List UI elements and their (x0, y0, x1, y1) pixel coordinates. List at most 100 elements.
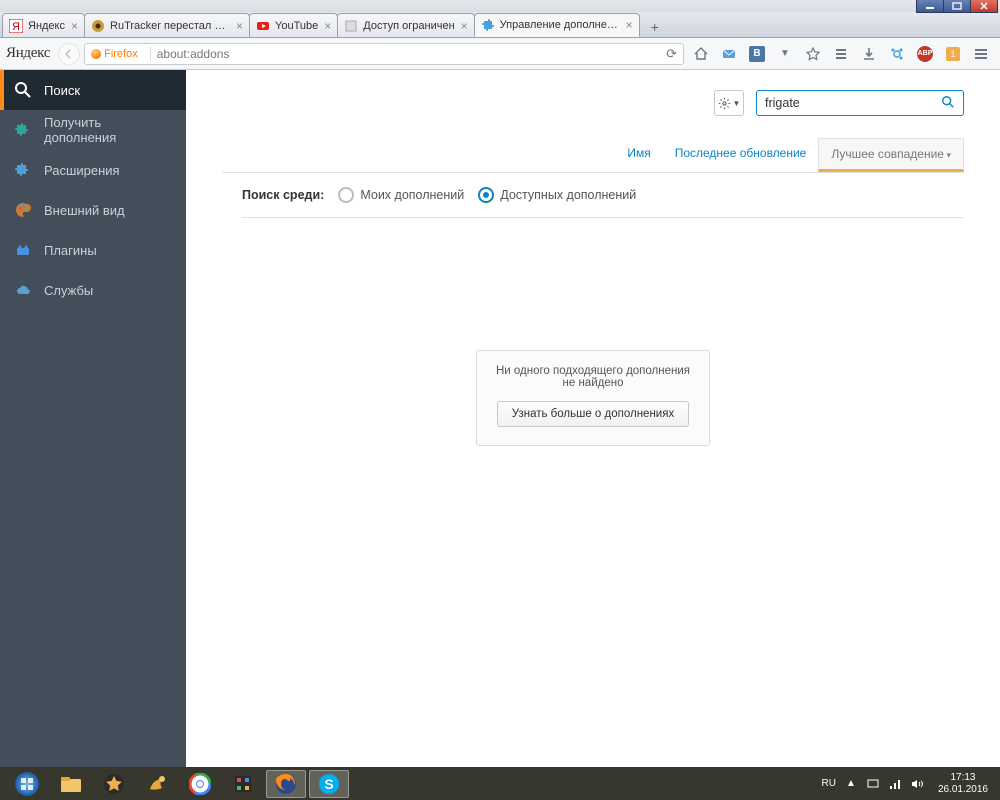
filter-available-addons-radio[interactable]: Доступных дополнений (478, 187, 636, 203)
search-filter-row: Поиск среди: Моих дополнений Доступных д… (242, 173, 964, 218)
window-minimize-button[interactable] (916, 0, 944, 13)
taskbar-firefox-button[interactable] (266, 770, 306, 798)
sidebar-item-plugins[interactable]: Плагины (0, 230, 186, 270)
youtube-favicon (256, 19, 270, 33)
lego-brick-icon (14, 241, 32, 259)
browser-tab[interactable]: YouTube × (249, 13, 338, 37)
sort-row: Имя Последнее обновление Лучшее совпаден… (222, 138, 964, 173)
empty-results-box: Ни одного подходящего дополнения не найд… (476, 350, 710, 446)
tab-close-icon[interactable]: × (71, 19, 78, 33)
tab-label: Управление дополнениями (500, 19, 620, 31)
bookmarks-list-icon[interactable] (832, 45, 850, 63)
sidebar-item-appearance[interactable]: Внешний вид (0, 190, 186, 230)
identity-label: Firefox (104, 48, 138, 60)
browser-tab[interactable]: Я Яндекс × (2, 13, 85, 37)
identity-box[interactable]: Firefox (91, 48, 138, 60)
show-hidden-icons[interactable]: ▲ (844, 777, 858, 791)
downloads-icon[interactable] (860, 45, 878, 63)
window-close-button[interactable] (970, 0, 998, 13)
abp-icon[interactable]: ABP (916, 45, 934, 63)
firefox-icon (91, 49, 101, 59)
back-button[interactable] (58, 43, 80, 65)
taskbar-skype-button[interactable]: S (309, 770, 349, 798)
addons-content: ▼ Имя Последнее обновление Лучшее совпад… (186, 70, 1000, 767)
browser-tab[interactable]: RuTracker перестал проги… × (84, 13, 250, 37)
sidebar-item-label: Расширения (44, 163, 120, 178)
radio-label: Моих дополнений (360, 188, 464, 202)
bookmark-star-icon[interactable] (804, 45, 822, 63)
separator (150, 47, 151, 61)
vk-icon[interactable]: B (748, 45, 766, 63)
clock-time: 17:13 (938, 772, 988, 784)
search-icon[interactable] (941, 95, 955, 112)
sort-by-updated[interactable]: Последнее обновление (663, 138, 819, 172)
network-icon[interactable] (888, 777, 902, 791)
sidebar-item-label: Службы (44, 283, 93, 298)
generic-favicon (344, 19, 358, 33)
url-text: about:addons (157, 47, 666, 61)
radio-label: Доступных дополнений (500, 188, 636, 202)
tab-close-icon[interactable]: × (236, 19, 243, 33)
tab-label: YouTube (275, 20, 318, 32)
filter-label: Поиск среди: (242, 188, 324, 202)
home-icon[interactable] (692, 45, 710, 63)
window-maximize-button[interactable] (943, 0, 971, 13)
tab-label: Доступ ограничен (363, 20, 454, 32)
taskbar-explorer-button[interactable] (51, 770, 91, 798)
reload-icon[interactable]: ⟳ (666, 46, 677, 62)
puzzle-icon (14, 161, 32, 179)
tools-gear-button[interactable]: ▼ (714, 90, 744, 116)
clock-date: 26.01.2016 (938, 784, 988, 796)
taskbar-clock[interactable]: 17:13 26.01.2016 (932, 772, 994, 795)
new-tab-button[interactable]: + (643, 17, 667, 37)
browser-tabs-row: Я Яндекс × RuTracker перестал проги… × Y… (0, 12, 1000, 38)
search-icon (14, 81, 32, 99)
sidebar-item-label: Внешний вид (44, 203, 125, 218)
start-button[interactable] (6, 770, 48, 798)
tab-label: Яндекс (28, 20, 65, 32)
browser-tab-active[interactable]: Управление дополнениями × (474, 13, 640, 37)
tab-close-icon[interactable]: × (461, 19, 468, 33)
svg-text:S: S (324, 776, 333, 792)
window-titlebar (0, 0, 1000, 12)
extension-icon[interactable] (888, 45, 906, 63)
url-bar[interactable]: Firefox about:addons ⟳ (84, 43, 684, 65)
tab-close-icon[interactable]: × (626, 18, 633, 32)
taskbar-app-button[interactable] (137, 770, 177, 798)
addons-sidebar: Поиск Получить дополнения Расширения Вне… (0, 70, 186, 767)
puzzle-download-icon (14, 121, 32, 139)
dropdown-caret-icon[interactable]: ▼ (776, 45, 794, 63)
sidebar-item-get-addons[interactable]: Получить дополнения (0, 110, 186, 150)
menu-icon[interactable] (972, 45, 990, 63)
yandex-favicon: Я (9, 19, 23, 33)
sidebar-item-services[interactable]: Службы (0, 270, 186, 310)
notifications-badge-icon[interactable]: 1 (944, 45, 962, 63)
learn-more-button[interactable]: Узнать больше о дополнениях (497, 401, 689, 427)
yandex-logo[interactable]: Яндекс (6, 45, 50, 62)
cloud-icon (14, 281, 32, 299)
tab-close-icon[interactable]: × (324, 19, 331, 33)
browser-tab[interactable]: Доступ ограничен × (337, 13, 474, 37)
taskbar-app-button[interactable] (94, 770, 134, 798)
taskbar-chrome-button[interactable] (180, 770, 220, 798)
radio-dot-icon (478, 187, 494, 203)
sidebar-item-label: Поиск (44, 83, 80, 98)
taskbar-app-button[interactable] (223, 770, 263, 798)
addons-search-input[interactable] (765, 96, 941, 110)
language-indicator[interactable]: RU (821, 778, 835, 789)
navigation-toolbar: Яндекс Firefox about:addons ⟳ B ▼ ABP 1 (0, 38, 1000, 70)
rutracker-favicon (91, 19, 105, 33)
addons-search-box[interactable] (756, 90, 964, 116)
windows-taskbar: S RU ▲ 17:13 26.01.2016 (0, 767, 1000, 800)
empty-message: Ни одного подходящего дополнения не найд… (493, 365, 693, 389)
sidebar-item-extensions[interactable]: Расширения (0, 150, 186, 190)
action-center-icon[interactable] (866, 777, 880, 791)
radio-dot-icon (338, 187, 354, 203)
mail-icon[interactable] (720, 45, 738, 63)
sidebar-item-search[interactable]: Поиск (0, 70, 186, 110)
sort-by-name[interactable]: Имя (615, 138, 662, 172)
filter-my-addons-radio[interactable]: Моих дополнений (338, 187, 464, 203)
sort-by-best-match[interactable]: Лучшее совпадение (818, 138, 964, 172)
volume-icon[interactable] (910, 777, 924, 791)
svg-text:Я: Я (12, 21, 20, 33)
